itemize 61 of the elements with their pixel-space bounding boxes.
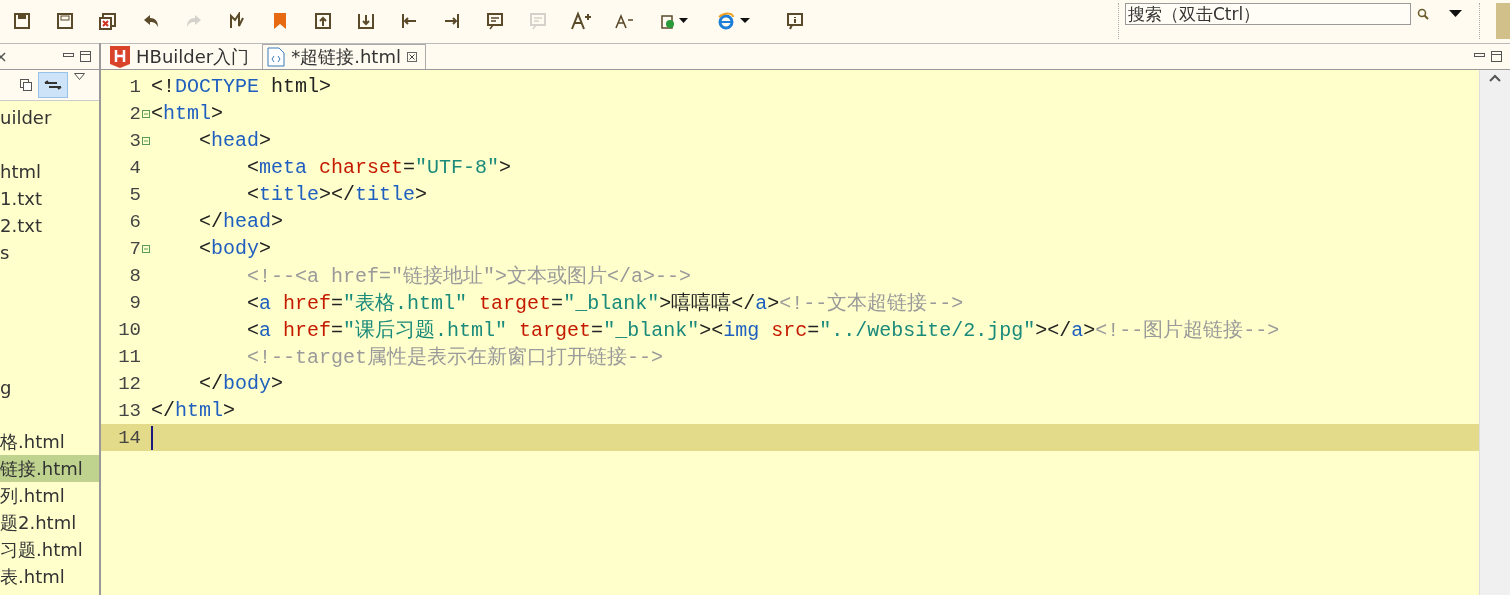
collapse-icon[interactable] bbox=[20, 79, 32, 91]
line-number: 2 bbox=[128, 102, 141, 125]
file-tree-item[interactable]: 习题.html bbox=[0, 539, 83, 560]
panel-handle[interactable] bbox=[1496, 3, 1510, 39]
file-tree-item[interactable]: 表.html bbox=[0, 566, 65, 587]
file-tree-item[interactable]: html bbox=[0, 161, 41, 182]
line-number: 7 bbox=[128, 237, 141, 260]
line-number: 8 bbox=[128, 264, 141, 287]
file-tree-item[interactable]: 题2.html bbox=[0, 512, 77, 533]
editor-tab[interactable]: HBuilder入门 bbox=[105, 44, 259, 69]
code-line: <!--target属性是表示在新窗口打开链接--> bbox=[246, 345, 664, 370]
file-tree-item[interactable]: 2.txt bbox=[0, 215, 42, 236]
file-tree-item[interactable]: 列.html bbox=[0, 485, 65, 506]
code-line: <!--<a href="链接地址">文本或图片</a>--> bbox=[246, 264, 692, 289]
code-line: <body> bbox=[198, 237, 272, 260]
view-menu-icon[interactable] bbox=[74, 73, 85, 80]
line-number: 4 bbox=[128, 156, 141, 179]
minimize-icon[interactable] bbox=[63, 51, 74, 59]
line-number: 13 bbox=[117, 399, 141, 422]
html-file-icon bbox=[267, 47, 286, 67]
two-arrows-icon bbox=[44, 80, 62, 90]
line-number: 10 bbox=[117, 318, 141, 341]
code-line: <meta charset="UTF-8"> bbox=[246, 156, 512, 179]
code-line: <!DOCTYPE html> bbox=[151, 75, 332, 98]
code-line: <title></title> bbox=[246, 183, 428, 206]
file-tree-item[interactable]: uilder bbox=[0, 107, 52, 128]
scroll-up-icon[interactable] bbox=[1489, 74, 1501, 82]
code-line: <a href="表格.html" target="_blank">嘻嘻嘻</a><!--文本超链接--> bbox=[246, 291, 964, 316]
file-tree-item[interactable]: g bbox=[0, 377, 12, 398]
editor-tab[interactable]: *超链接.html bbox=[262, 44, 426, 69]
line-number: 14 bbox=[117, 426, 141, 449]
code-line: <html> bbox=[151, 102, 224, 125]
fold-icon[interactable] bbox=[142, 136, 150, 145]
code-line: <head> bbox=[198, 129, 272, 152]
code-line: </body> bbox=[198, 372, 284, 395]
search-icon[interactable] bbox=[1417, 8, 1429, 20]
maximize-icon[interactable] bbox=[80, 51, 91, 62]
code-line: <a href="课后习题.html" target="_blank"><img src="../website/2.jpg"></a><!--图片超链接--> bbox=[246, 318, 1280, 343]
line-number: 12 bbox=[117, 372, 141, 395]
code-line: </html> bbox=[151, 399, 236, 422]
line-number: 5 bbox=[128, 183, 141, 206]
line-number: 9 bbox=[128, 291, 141, 314]
minimize-icon[interactable] bbox=[1474, 51, 1485, 59]
line-number: 11 bbox=[117, 345, 141, 368]
close-icon[interactable] bbox=[0, 51, 6, 62]
app-logo-icon bbox=[110, 46, 130, 68]
line-number: 6 bbox=[128, 210, 141, 233]
fold-icon[interactable] bbox=[142, 244, 150, 253]
fold-icon[interactable] bbox=[142, 109, 150, 118]
link-editor-button[interactable] bbox=[38, 72, 68, 98]
code-line: </head> bbox=[198, 210, 284, 233]
dropdown-icon[interactable] bbox=[1449, 10, 1463, 18]
close-icon[interactable] bbox=[406, 52, 417, 62]
line-number: 1 bbox=[128, 75, 141, 98]
search-field[interactable]: 搜索（双击Ctrl） bbox=[1125, 3, 1411, 25]
file-tree-item[interactable]: 1.txt bbox=[0, 188, 42, 209]
maximize-icon[interactable] bbox=[1491, 51, 1502, 62]
text-cursor bbox=[151, 425, 153, 450]
file-tree-item[interactable]: s bbox=[0, 242, 10, 263]
file-tree-item[interactable]: 格.html bbox=[0, 431, 65, 452]
line-number: 3 bbox=[128, 129, 141, 152]
